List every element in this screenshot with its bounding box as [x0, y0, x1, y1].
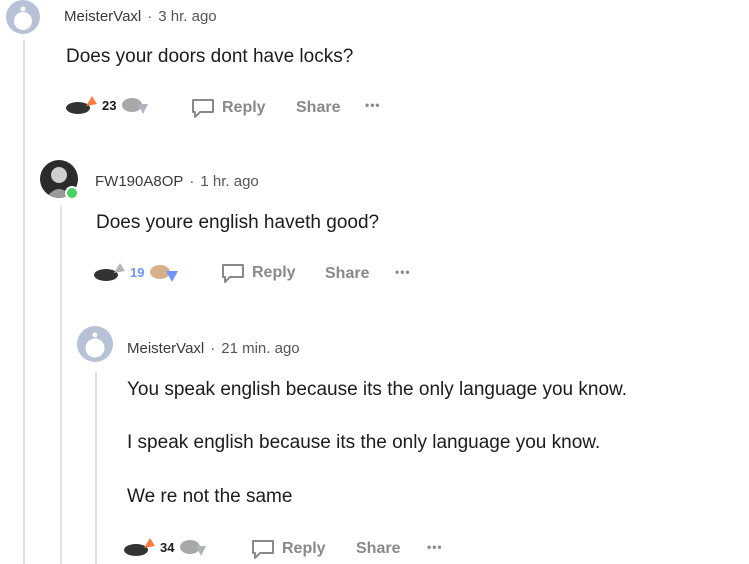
comment-text-line: I speak english because its the only lan… [127, 432, 601, 453]
more-options-icon[interactable]: ••• [427, 540, 443, 554]
snoo-icon [14, 6, 32, 30]
reply-button[interactable]: Reply [220, 262, 296, 284]
more-options-icon[interactable]: ••• [395, 265, 411, 279]
reply-button[interactable]: Reply [190, 97, 266, 119]
reply-label: Reply [222, 99, 266, 116]
avatar[interactable] [6, 0, 40, 34]
comment-text-line: You speak english because its the only l… [127, 379, 627, 400]
meta-separator: · [210, 340, 216, 357]
downvote-icon[interactable] [148, 261, 180, 283]
share-label: Share [296, 99, 341, 116]
avatar[interactable] [77, 326, 113, 362]
downvote-icon[interactable] [178, 536, 208, 558]
comment-text: Does your doors dont have locks? [66, 46, 354, 67]
comment-icon [252, 540, 274, 559]
share-button[interactable]: Share [296, 99, 340, 117]
username[interactable]: FW190A8OP [95, 173, 183, 190]
upvote-icon[interactable] [120, 536, 156, 558]
reply-label: Reply [282, 540, 326, 557]
meta-separator: · [189, 173, 195, 190]
downvote-icon[interactable] [120, 94, 150, 116]
comment-icon [222, 264, 244, 283]
reply-button[interactable]: Reply [250, 538, 326, 560]
share-button[interactable]: Share [325, 265, 369, 283]
comment-text-line: We re not the same [127, 486, 293, 507]
timestamp[interactable]: 21 min. ago [221, 340, 299, 357]
upvote-icon[interactable] [62, 94, 98, 116]
snoo-icon [85, 332, 105, 358]
thread-line[interactable] [23, 40, 25, 564]
thread-line[interactable] [60, 205, 62, 564]
username[interactable]: MeisterVaxl [64, 8, 141, 25]
vote-count: 19 [130, 264, 145, 280]
thread-line[interactable] [95, 372, 97, 564]
meta-separator: · [147, 8, 153, 25]
more-options-icon[interactable]: ••• [365, 98, 381, 112]
timestamp[interactable]: 1 hr. ago [200, 173, 258, 190]
username[interactable]: MeisterVaxl [127, 340, 204, 357]
online-status-icon [65, 186, 79, 200]
reply-label: Reply [252, 264, 296, 281]
share-button[interactable]: Share [356, 540, 400, 558]
comment-icon [192, 99, 214, 118]
upvote-icon[interactable] [90, 261, 126, 283]
share-label: Share [325, 265, 370, 282]
vote-count: 34 [160, 539, 175, 555]
timestamp[interactable]: 3 hr. ago [158, 8, 216, 25]
comment-text: Does youre english haveth good? [96, 212, 380, 233]
share-label: Share [356, 540, 401, 557]
vote-count: 23 [102, 97, 117, 113]
